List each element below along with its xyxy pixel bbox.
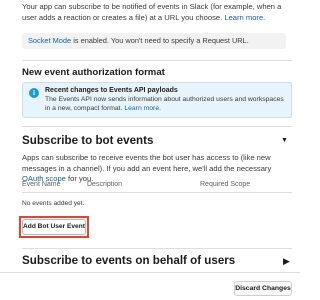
section-divider xyxy=(22,60,292,61)
collapse-caret-icon[interactable]: ▼ xyxy=(281,137,288,144)
empty-events-message: No events added yet. xyxy=(22,200,85,207)
table-header-divider xyxy=(22,192,292,193)
info-icon: i xyxy=(29,88,39,98)
add-bot-user-event-button[interactable]: Add Bot User Event xyxy=(22,219,86,235)
socket-mode-link[interactable]: Socket Mode xyxy=(28,36,71,45)
new-format-title: New event authorization format xyxy=(22,67,165,78)
user-events-title[interactable]: Subscribe to events on behalf of users xyxy=(22,254,235,267)
bot-events-desc-text: Apps can subscribe to receive events the… xyxy=(22,153,272,173)
socket-mode-text: is enabled. You won't need to specify a … xyxy=(71,36,249,45)
footer-bar: Discard Changes xyxy=(0,272,300,300)
column-header-description: Description xyxy=(87,181,123,188)
section-divider xyxy=(22,126,292,127)
info-callout: i Recent changes to Events API payloads … xyxy=(22,82,292,118)
events-intro-text: Your app can subscribe to be notified of… xyxy=(22,2,292,23)
intro-learn-more-link[interactable]: Learn more. xyxy=(224,13,265,22)
bot-events-title[interactable]: Subscribe to bot events xyxy=(22,134,153,147)
bot-events-description: Apps can subscribe to receive events the… xyxy=(22,153,292,185)
info-callout-title: Recent changes to Events API payloads xyxy=(45,87,178,94)
info-callout-body: The Events API now sends information abo… xyxy=(45,96,289,113)
discard-changes-button[interactable]: Discard Changes xyxy=(234,281,292,296)
column-header-required-scope: Required Scope xyxy=(200,181,251,188)
column-header-event-name: Event Name xyxy=(22,181,61,188)
expand-caret-icon[interactable]: ▶ xyxy=(283,256,290,267)
info-callout-text: The Events API now sends information abo… xyxy=(45,96,284,112)
info-learn-more-link[interactable]: Learn more. xyxy=(124,105,161,112)
section-divider xyxy=(22,248,292,249)
socket-mode-notice: Socket Mode is enabled. You won't need t… xyxy=(22,33,286,49)
